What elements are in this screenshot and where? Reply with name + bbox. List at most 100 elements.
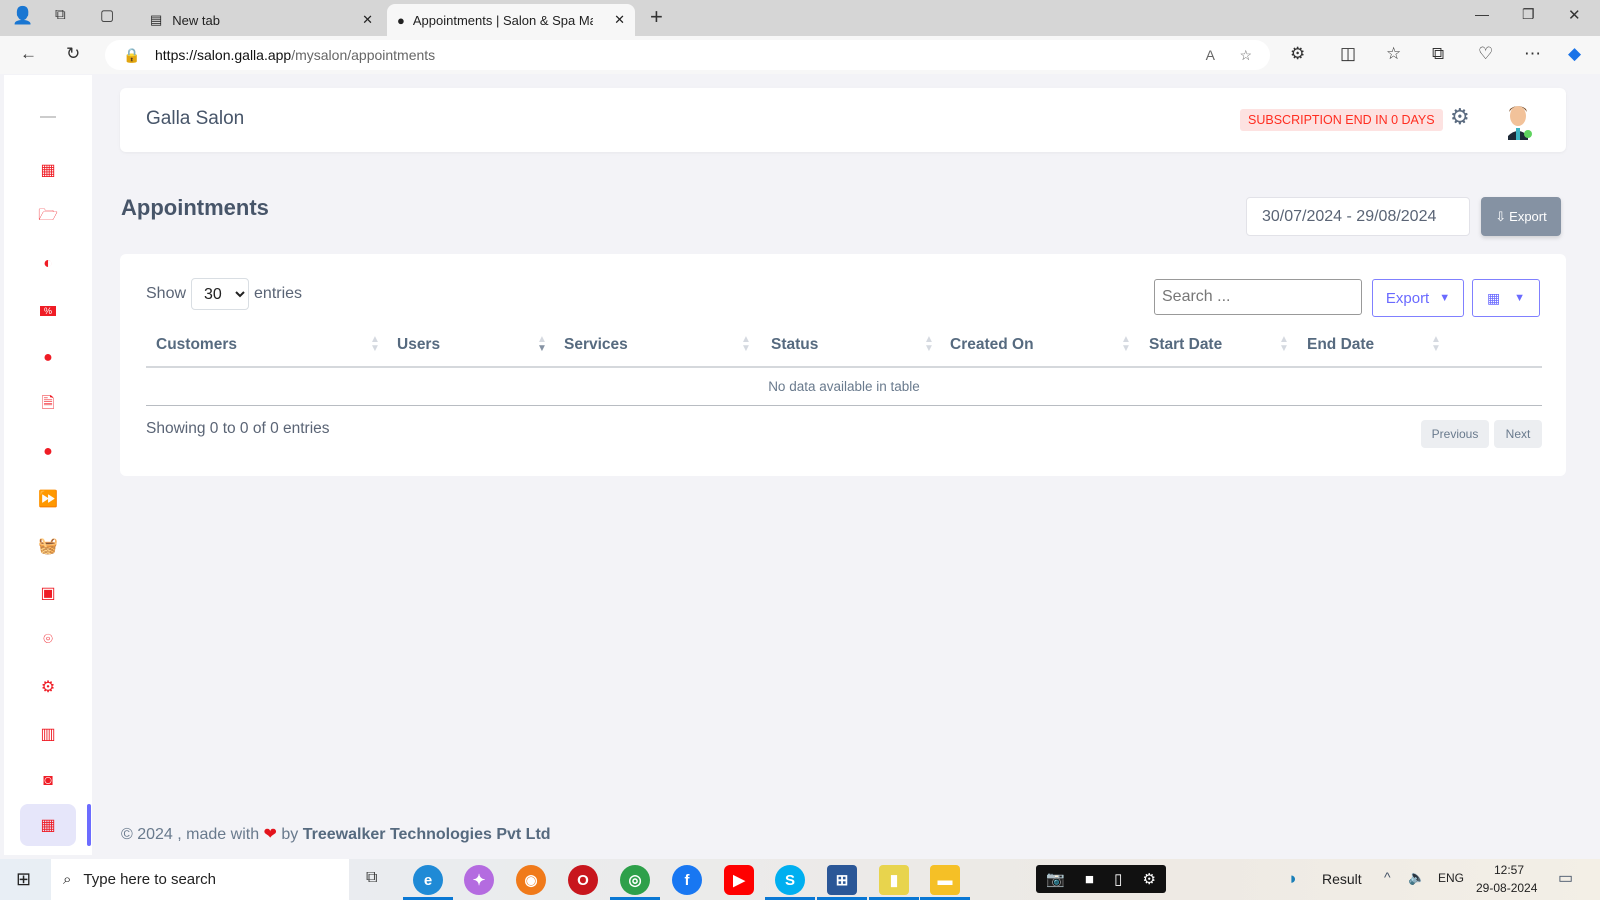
coupon-icon: % <box>39 306 56 316</box>
export-button[interactable]: ⇩ Export <box>1481 197 1561 236</box>
new-tab-icon[interactable]: + <box>650 4 663 30</box>
settings-gear-icon[interactable]: ⚙ <box>1450 104 1470 130</box>
maps-app-icon[interactable]: ▮ <box>879 865 909 895</box>
column-customers[interactable]: Customers <box>156 336 237 354</box>
settings-icon[interactable]: ⚙ <box>1142 870 1155 888</box>
refresh-icon[interactable]: ↻ <box>66 44 80 64</box>
column-services[interactable]: Services <box>564 336 628 354</box>
basket-icon: 🧺 <box>38 538 58 555</box>
date-range-picker[interactable]: 30/07/2024 - 29/08/2024 <box>1246 197 1470 236</box>
store-icon[interactable]: ⊞ <box>827 865 857 895</box>
collections-icon[interactable]: ⧉ <box>55 6 66 23</box>
clock-time[interactable]: 12:57 <box>1494 863 1524 877</box>
avatar[interactable] <box>1503 100 1533 140</box>
caret-down-icon: ▼ <box>1514 292 1526 304</box>
column-status[interactable]: Status <box>771 336 818 354</box>
language-indicator[interactable]: ENG <box>1438 871 1464 885</box>
grid-icon: ▦ <box>1486 289 1501 306</box>
chrome-icon[interactable]: ◎ <box>620 865 650 895</box>
window-icon[interactable]: ▯ <box>1114 870 1122 888</box>
sidebar-toggle[interactable] <box>40 116 56 118</box>
sidebar-item-customers[interactable]: ● <box>20 337 76 379</box>
tab-actions-icon[interactable]: ▢ <box>100 6 114 24</box>
more-icon[interactable]: ⋯ <box>1524 44 1541 64</box>
column-end-date[interactable]: End Date <box>1307 336 1374 354</box>
sidebar-item-contrast[interactable]: ◐ <box>20 243 76 285</box>
facebook-icon[interactable]: f <box>672 865 702 895</box>
column-users[interactable]: Users <box>397 336 440 354</box>
minimize-icon[interactable]: — <box>1475 6 1489 22</box>
export-dropdown-label: Export <box>1385 289 1430 307</box>
tab-appointments[interactable]: ● Appointments | Salon & Spa Man ✕ <box>387 4 635 36</box>
tab-label: New tab <box>172 12 220 28</box>
sidebar-item-money[interactable]: ◙ <box>20 760 76 802</box>
taskbar-search-placeholder: Type here to search <box>83 871 216 888</box>
url-field[interactable]: 🔒 https://salon.galla.app/mysalon/appoin… <box>105 40 1270 70</box>
favorites-icon[interactable]: ☆ <box>1386 44 1401 64</box>
extensions-icon[interactable]: ⚙ <box>1290 44 1305 64</box>
back-icon[interactable]: ← <box>20 44 37 64</box>
next-page-button[interactable]: Next <box>1494 420 1542 448</box>
previous-page-button[interactable]: Previous <box>1421 420 1489 448</box>
profile-icon[interactable]: 👤 <box>12 6 33 26</box>
weather-widget[interactable]: Result <box>1322 871 1362 887</box>
money-icon: ◙ <box>43 772 53 789</box>
sidebar-item-forward[interactable]: ⏩ <box>20 478 76 520</box>
restore-icon[interactable]: ❐ <box>1522 6 1535 23</box>
sidebar-item-dashboard[interactable]: ▦ <box>20 149 76 191</box>
browser-essentials-icon[interactable]: ♡ <box>1478 44 1493 64</box>
export-dropdown[interactable]: Export ▼ <box>1372 279 1464 317</box>
column-start-date[interactable]: Start Date <box>1149 336 1222 354</box>
windows-taskbar: ⊞ ⌕ Type here to search ⧉ e ✦ ◉ O ◎ f ▶ S… <box>0 859 1600 900</box>
opera-icon[interactable]: O <box>568 865 598 895</box>
edge-icon[interactable]: e <box>413 865 443 895</box>
dashboard-icon: ▦ <box>40 162 56 179</box>
table-info: Showing 0 to 0 of 0 entries <box>146 420 330 437</box>
tab-new-tab[interactable]: ▤ New tab ✕ <box>140 4 385 36</box>
sort-icon: ▲ ▼ <box>741 334 751 354</box>
task-view-icon[interactable]: ⧉ <box>366 869 377 887</box>
camera-icon[interactable]: 📷 <box>1046 870 1065 888</box>
volume-icon[interactable]: 🔈 <box>1408 869 1425 886</box>
chevron-up-icon[interactable]: ^ <box>1384 869 1391 885</box>
footer-company-link[interactable]: Treewalker Technologies Pvt Ltd <box>303 826 551 843</box>
sidebar-item-location[interactable]: ⌾ <box>20 619 76 661</box>
user-circle-icon: ● <box>43 349 53 366</box>
search-input[interactable] <box>1154 279 1362 315</box>
close-window-icon[interactable]: ✕ <box>1568 6 1581 24</box>
sidebar-item-documents[interactable]: 🗎 <box>20 384 76 426</box>
windows-start-icon[interactable]: ⊞ <box>16 869 31 890</box>
taskbar-search[interactable]: ⌕ Type here to search <box>51 859 349 900</box>
read-aloud-icon[interactable]: A <box>1206 47 1215 63</box>
sidebar-item-basket[interactable]: 🧺 <box>20 525 76 567</box>
sidebar-item-reports[interactable]: ▥ <box>20 713 76 755</box>
skype-icon[interactable]: S <box>775 865 805 895</box>
user-circle-icon: ● <box>43 443 53 460</box>
url-host: https://salon.galla.app <box>155 47 292 63</box>
capture-toolbar[interactable]: 📷 ■ ▯ ⚙ <box>1036 865 1166 893</box>
sidebar-item-coupon[interactable]: % <box>20 290 76 332</box>
youtube-icon[interactable]: ▶ <box>724 865 754 895</box>
favorite-star-icon[interactable]: ☆ <box>1239 47 1252 64</box>
sidebar-item-settings[interactable]: ⚙ <box>20 666 76 708</box>
copilot-icon[interactable]: ◆ <box>1568 44 1581 64</box>
file-explorer-icon[interactable]: ▬ <box>930 865 960 895</box>
clock-date[interactable]: 29-08-2024 <box>1476 881 1537 895</box>
column-created-on[interactable]: Created On <box>950 336 1034 354</box>
sidebar-item-appointments[interactable]: ▦ <box>20 804 76 846</box>
copilot-icon[interactable]: ✦ <box>464 865 494 895</box>
column-visibility-dropdown[interactable]: ▦ ▼ <box>1472 279 1540 317</box>
sidebar-item-contacts[interactable]: ▣ <box>20 572 76 614</box>
firefox-icon[interactable]: ◉ <box>516 865 546 895</box>
close-tab-icon[interactable]: ✕ <box>614 12 625 28</box>
tab-label: Appointments | Salon & Spa Man <box>412 12 593 28</box>
notification-icon[interactable]: ▭ <box>1558 868 1573 888</box>
close-tab-icon[interactable]: ✕ <box>362 12 373 28</box>
sidebar-item-folder[interactable]: 🗁 <box>20 196 76 238</box>
collections-icon[interactable]: ⧉ <box>1432 44 1444 64</box>
sidebar-item-users[interactable]: ● <box>20 431 76 473</box>
contrast-icon: ◐ <box>43 255 53 272</box>
page-size-select[interactable]: 30 <box>191 278 250 310</box>
video-icon[interactable]: ■ <box>1085 871 1094 888</box>
split-screen-icon[interactable]: ◫ <box>1340 44 1356 64</box>
